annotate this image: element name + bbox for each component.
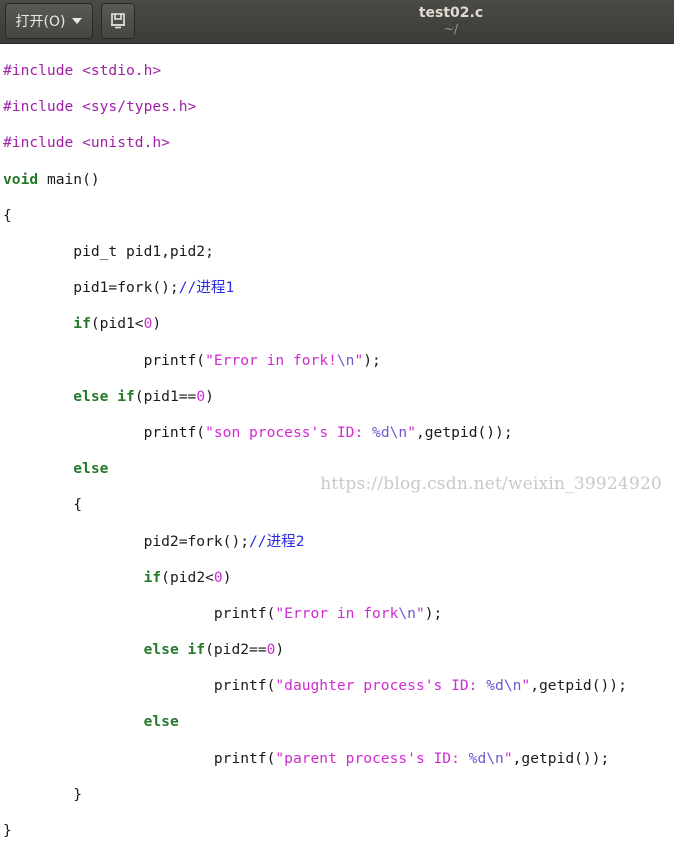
code-line: pid2=fork();//进程2 [3, 532, 305, 550]
code-line: } [3, 785, 83, 803]
code-line: else if(pid2==0) [143, 641, 285, 659]
code-line: printf("daughter process's ID: %d\n",get… [3, 677, 627, 695]
code-line: #include <unistd.h> [3, 134, 170, 152]
chevron-down-icon [72, 18, 83, 24]
code-line: #include <stdio.h> [3, 62, 162, 80]
code-editor[interactable]: #include <stdio.h> #include <sys/types.h… [0, 44, 674, 839]
code-line: { [3, 496, 83, 514]
code-line: printf("parent process's ID: %d\n",getpi… [3, 749, 610, 767]
header-bar: 打开(O) test02.c ~/ [0, 0, 674, 44]
code-line: if(pid1<0) [73, 315, 162, 333]
code-line: pid1=fork();//进程1 [3, 279, 235, 297]
code-line: #include <sys/types.h> [3, 98, 197, 116]
open-button-label: 打开(O) [15, 14, 66, 30]
code-line: } [3, 822, 12, 840]
watermark: https://blog.csdn.net/weixin_39924920 [320, 474, 662, 494]
code-line: if(pid2<0) [143, 568, 232, 586]
code-line: printf("Error in fork!\n"); [3, 351, 381, 369]
save-document-icon [111, 13, 125, 29]
code-line: else if(pid1==0) [73, 387, 214, 405]
code-line: pid_t pid1,pid2; [3, 243, 214, 261]
open-button[interactable]: 打开(O) [5, 3, 93, 39]
code-content: #include <stdio.h> #include <sys/types.h… [3, 44, 627, 858]
code-line: else [143, 713, 179, 731]
code-line: printf("Error in fork\n"); [3, 604, 443, 622]
code-line: void main() [3, 170, 100, 188]
save-button[interactable] [101, 3, 135, 39]
code-line: printf("son process's ID: %d\n",getpid()… [3, 423, 513, 441]
code-line: { [3, 206, 12, 224]
